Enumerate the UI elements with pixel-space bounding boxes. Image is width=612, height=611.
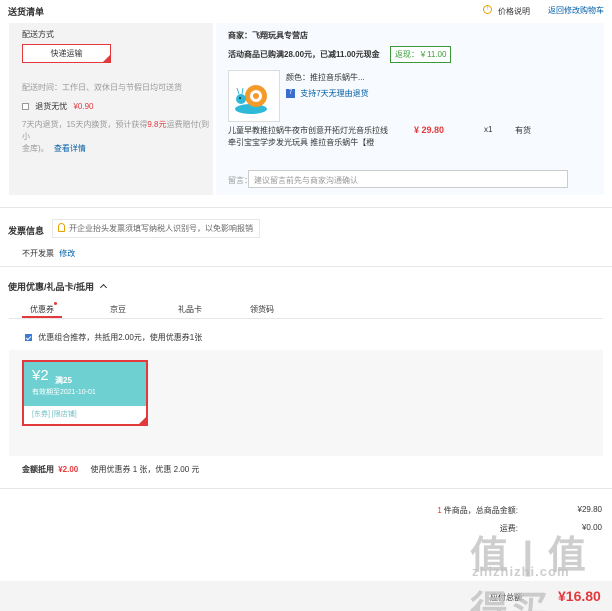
promo-text: 活动商品已购满28.00元，已减11.00元现金 bbox=[228, 50, 380, 59]
invoice-title: 发票信息 bbox=[8, 226, 45, 236]
invoice-edit-link[interactable]: 修改 bbox=[59, 249, 75, 258]
return-desc-highlight: 9.8元 bbox=[147, 120, 167, 129]
watermark-domain: zhizhizhi.com bbox=[472, 564, 570, 579]
divider bbox=[0, 207, 612, 208]
remark-placeholder: 建议留言前先与商家沟通确认 bbox=[254, 176, 358, 185]
return-desc-part3: 金库)。 bbox=[22, 144, 49, 153]
goods-count-label: 件商品，总商品金额: bbox=[443, 506, 518, 515]
return-description: 7天内退货，15天内换货，预计获得9.8元运费赔付(到小 金库)。 查看详情 bbox=[22, 119, 212, 155]
chevron-up-icon bbox=[99, 284, 107, 292]
stock-status: 有货 bbox=[515, 126, 531, 135]
combo-recommend-text: 优惠组合推荐，共抵用2.00元，使用优惠券1张 bbox=[38, 333, 203, 342]
return-worry-free-price: ¥0.90 bbox=[73, 102, 94, 111]
tab-coupons[interactable]: 优惠券 bbox=[30, 304, 54, 315]
invoice-tip-text: 开企业抬头发票须填写纳税人识别号，以免影响报销 bbox=[69, 224, 253, 233]
goods-count-row: 1 件商品，总商品金额: bbox=[437, 505, 518, 516]
bulb-icon bbox=[58, 223, 65, 232]
tab-jingdou[interactable]: 京豆 bbox=[110, 304, 126, 315]
product-name-line2: 牵引宝宝学步发光玩具 推拉音乐蜗牛【橙 bbox=[228, 138, 375, 147]
coupon-valid: 有效期至2021-10-01 bbox=[32, 389, 96, 396]
view-details-link[interactable]: 查看详情 bbox=[54, 144, 86, 153]
coupon-tag-jd: [东券] bbox=[32, 411, 50, 418]
invoice-status: 不开发票 bbox=[22, 249, 54, 258]
invoice-status-row: 不开发票 修改 bbox=[22, 248, 75, 259]
divider bbox=[0, 266, 612, 267]
seven-day-return-text[interactable]: 支持7天无理由退货 bbox=[300, 89, 368, 98]
page-title: 送货清单 bbox=[8, 7, 45, 17]
goods-count: 1 bbox=[437, 506, 442, 515]
coupon-selected-corner-icon bbox=[139, 417, 146, 424]
delivery-method-label: 配送方式 bbox=[22, 30, 54, 39]
coupon-tags: [东券] [限店铺] bbox=[32, 409, 77, 419]
snail-toy-icon bbox=[235, 85, 267, 114]
tab-gift-card[interactable]: 礼品卡 bbox=[178, 304, 202, 315]
coupons-title-text: 使用优惠/礼品卡/抵用 bbox=[8, 282, 95, 292]
coupon-amount: ¥2 bbox=[32, 367, 49, 384]
selected-corner-icon bbox=[103, 55, 110, 62]
return-worry-free-row: 退货无忧 ¥0.90 bbox=[22, 101, 94, 112]
delivery-method-express[interactable]: 快递运输 bbox=[22, 44, 111, 63]
coupon-tag-shop: [限店铺] bbox=[51, 411, 77, 418]
seven-day-icon: 7 bbox=[286, 89, 295, 99]
info-icon: ! bbox=[483, 5, 492, 14]
divider bbox=[0, 488, 612, 489]
return-worry-free-checkbox[interactable] bbox=[22, 103, 29, 111]
rebate-badge: 返现：￥11.00 bbox=[390, 46, 452, 63]
return-worry-free-label: 退货无忧 bbox=[35, 102, 68, 111]
product-color: 颜色：推拉音乐蜗牛... bbox=[286, 73, 365, 82]
price-note-link[interactable]: 价格说明 bbox=[498, 6, 530, 17]
tab-dot-icon bbox=[54, 302, 57, 305]
coupon-summary-label: 金额抵用 bbox=[22, 465, 54, 474]
coupons-title[interactable]: 使用优惠/礼品卡/抵用 bbox=[8, 280, 107, 293]
product-price: ¥ 29.80 bbox=[414, 125, 445, 135]
coupon-summary-amount: ¥2.00 bbox=[58, 465, 79, 474]
remark-input[interactable]: 建议留言前先与商家沟通确认 bbox=[248, 170, 568, 188]
back-to-cart-link[interactable]: 返回修改购物车 bbox=[548, 5, 604, 16]
seven-day-return-row: 7 支持7天无理由退货 bbox=[286, 88, 369, 99]
return-desc-part1: 7天内退货，15天内换货，预计获得 bbox=[22, 120, 148, 129]
coupon-summary: 金额抵用 ¥2.00 使用优惠券 1 张，优惠 2.00 元 bbox=[22, 464, 199, 475]
delivery-method-value: 快递运输 bbox=[50, 49, 83, 58]
product-name[interactable]: 儿童早教推拉蜗牛夜市创意开拓灯光音乐拉线 牵引宝宝学步发光玩具 推拉音乐蜗牛【橙 bbox=[228, 125, 388, 149]
divider bbox=[9, 318, 603, 319]
coupon-summary-desc: 使用优惠券 1 张，优惠 2.00 元 bbox=[90, 465, 200, 474]
product-quantity: x1 bbox=[484, 125, 493, 134]
combo-recommend-checkbox[interactable] bbox=[25, 334, 32, 342]
goods-amount: ¥29.80 bbox=[577, 505, 602, 514]
merchant-name[interactable]: 商家：飞翔玩具专营店 bbox=[228, 30, 308, 41]
combo-recommend-row: 优惠组合推荐，共抵用2.00元，使用优惠券1张 bbox=[25, 332, 202, 343]
coupon-card[interactable]: ¥2 满25 有效期至2021-10-01 [东券] [限店铺] bbox=[22, 360, 148, 426]
product-name-line1: 儿童早教推拉蜗牛夜市创意开拓灯光音乐拉线 bbox=[228, 126, 388, 135]
tab-pickup-code[interactable]: 领货码 bbox=[250, 304, 274, 315]
product-image[interactable] bbox=[228, 70, 280, 122]
coupon-condition: 满25 bbox=[55, 376, 72, 385]
delivery-time: 配送时间：工作日、双休日与节假日均可送货 bbox=[22, 83, 182, 92]
invoice-tip: 开企业抬头发票须填写纳税人识别号，以免影响报销 bbox=[52, 219, 260, 238]
